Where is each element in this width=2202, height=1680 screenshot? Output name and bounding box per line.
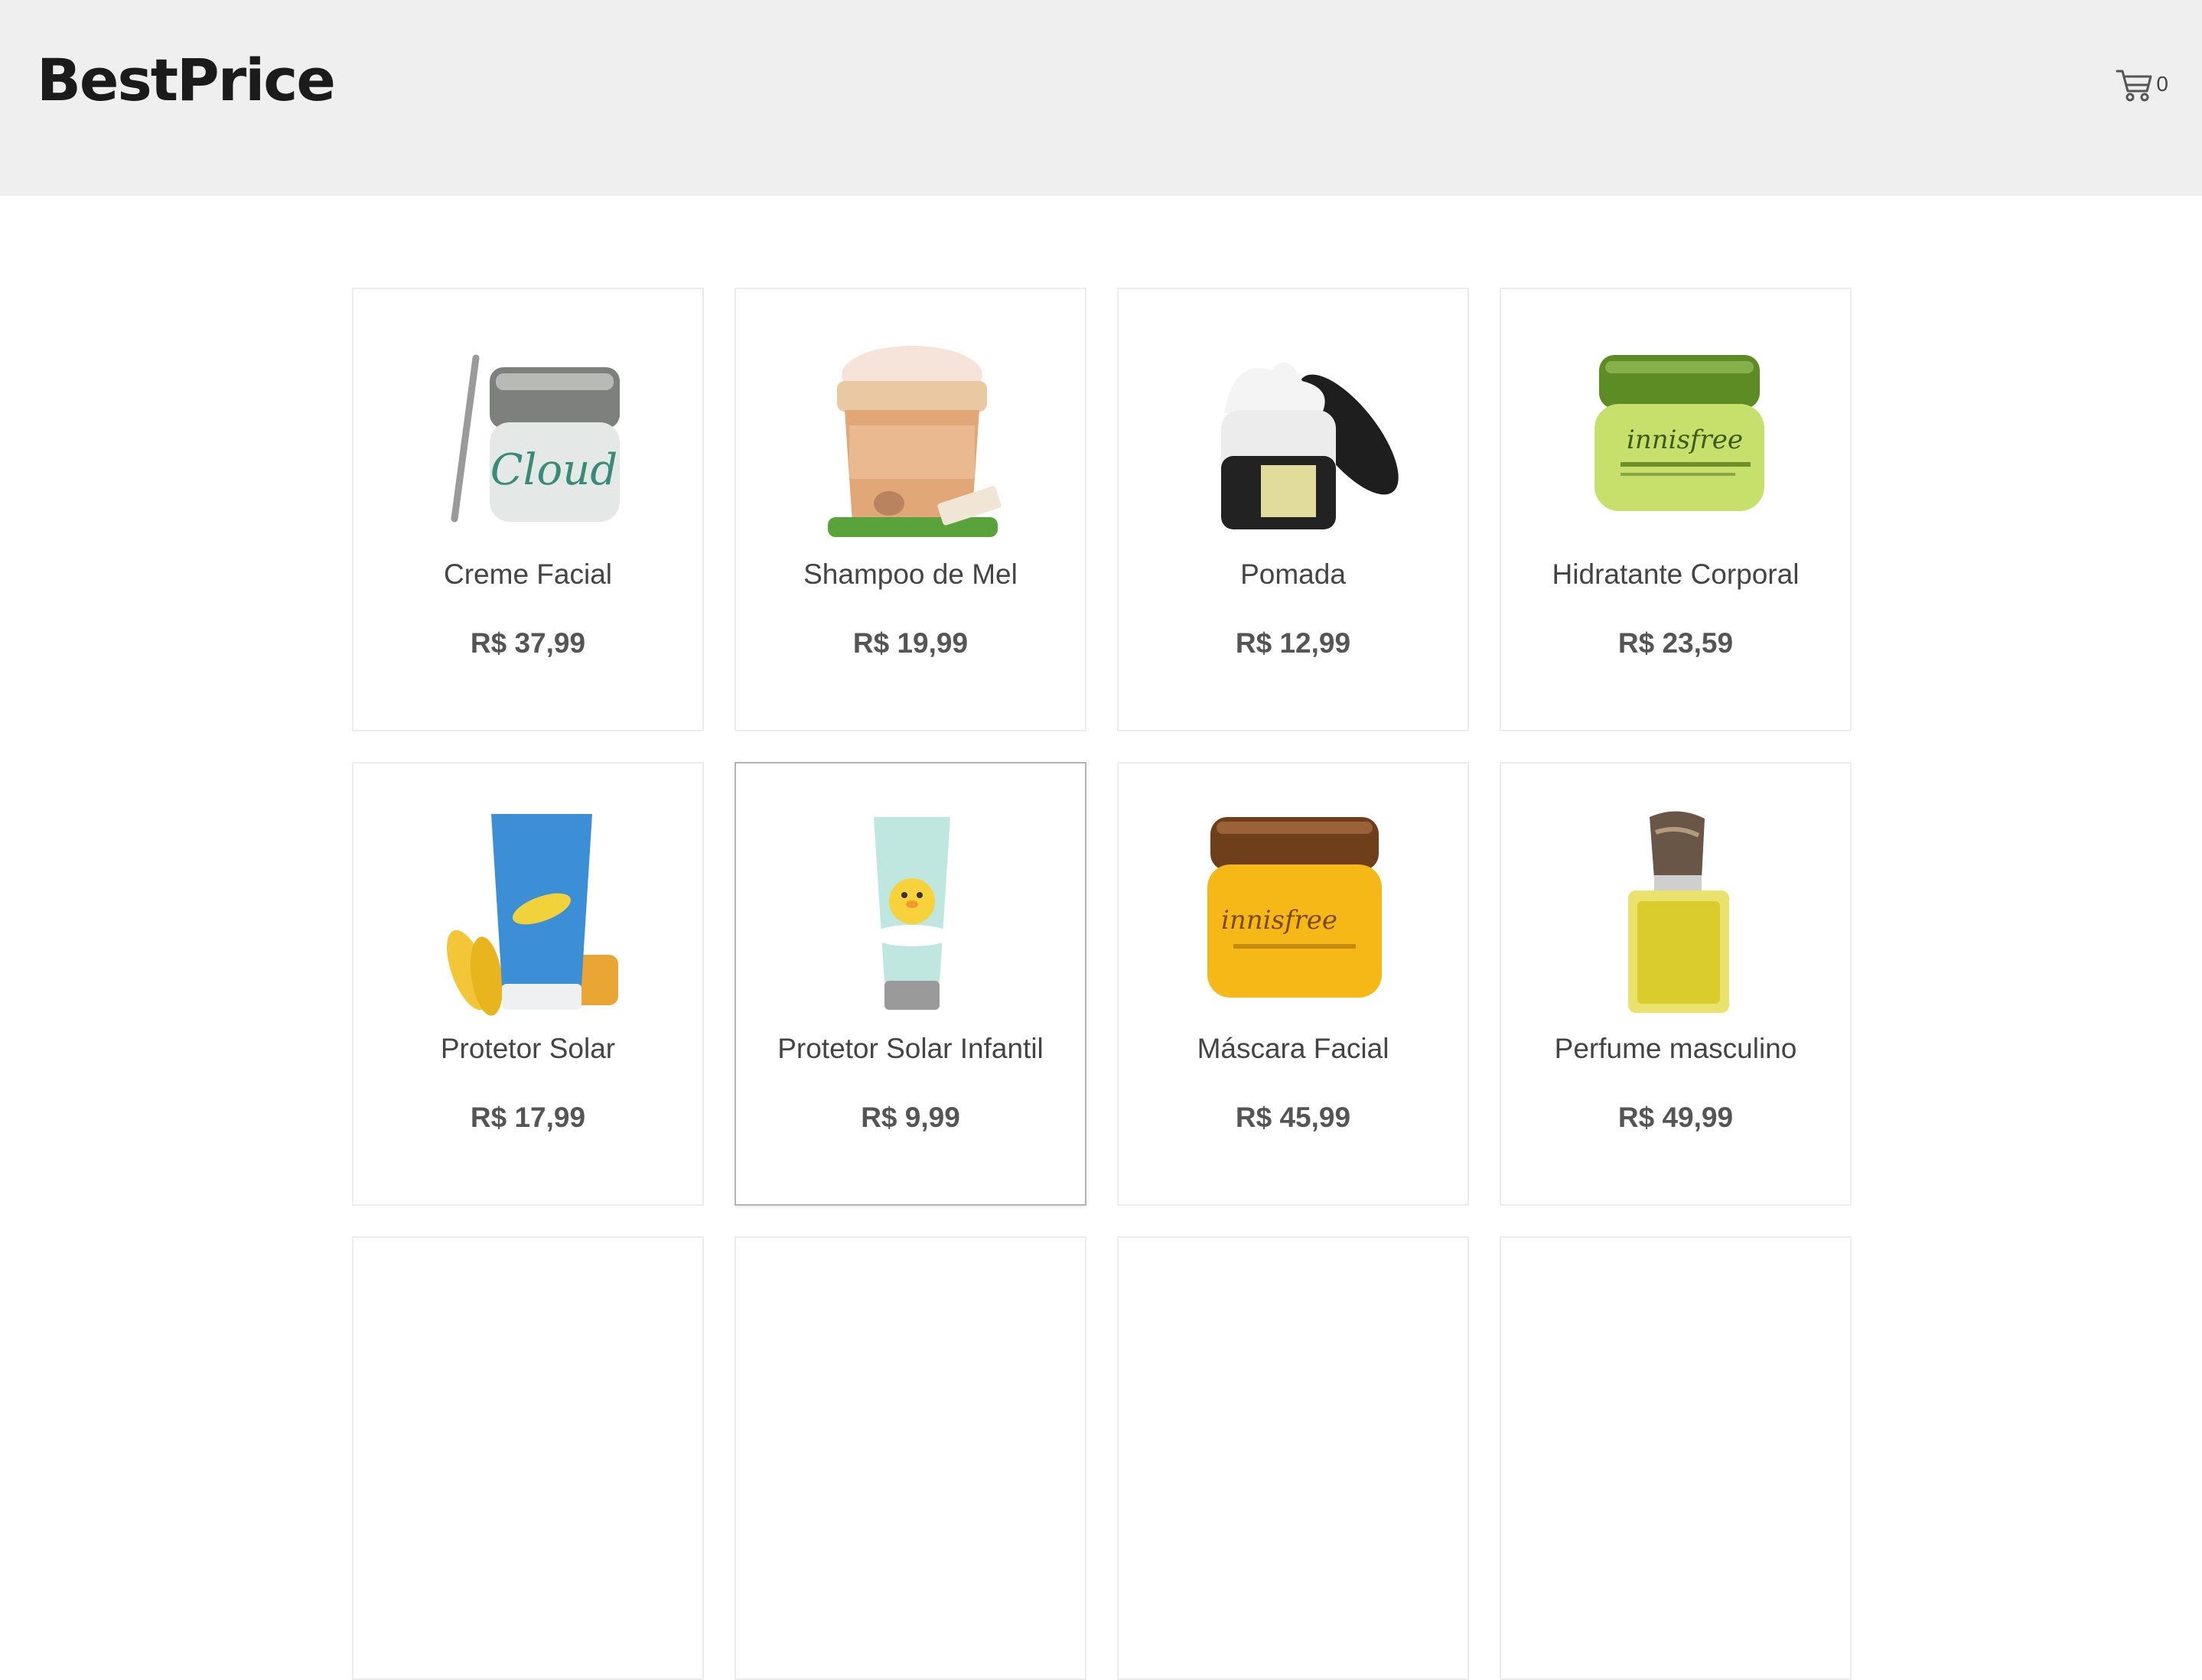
product-card[interactable] bbox=[735, 1236, 1086, 1680]
svg-text:innisfree: innisfree bbox=[1627, 425, 1743, 455]
site-logo[interactable]: BestPrice bbox=[37, 46, 336, 114]
product-price: R$ 23,59 bbox=[1617, 627, 1734, 659]
product-price: R$ 49,99 bbox=[1617, 1102, 1734, 1133]
product-name: Protetor Solar bbox=[440, 1033, 616, 1064]
product-name: Shampoo de Mel bbox=[803, 558, 1018, 590]
site-header: BestPrice 0 bbox=[0, 0, 2202, 196]
product-name: Hidratante Corporal bbox=[1552, 558, 1800, 590]
product-grid: Cloud Creme Facial R$ 37,99 Shampoo de M… bbox=[352, 288, 1852, 1680]
product-card[interactable]: Pomada R$ 12,99 bbox=[1117, 288, 1469, 731]
cart-button[interactable]: 0 bbox=[2115, 63, 2168, 106]
product-card[interactable]: innisfree Hidratante Corporal R$ 23,59 bbox=[1500, 288, 1852, 731]
product-card[interactable]: innisfree Máscara Facial R$ 45,99 bbox=[1117, 762, 1469, 1206]
product-card[interactable]: Protetor Solar R$ 17,99 bbox=[352, 762, 704, 1206]
product-price: R$ 37,99 bbox=[470, 627, 586, 659]
product-card[interactable]: Cloud Creme Facial R$ 37,99 bbox=[352, 288, 704, 731]
ointment-jar-image bbox=[1221, 362, 1399, 529]
product-card[interactable]: Shampoo de Mel R$ 19,99 bbox=[735, 288, 1086, 731]
shopping-cart-icon bbox=[2116, 70, 2152, 102]
gel-jar-image bbox=[828, 346, 1002, 537]
product-card[interactable]: Perfume masculino R$ 49,99 bbox=[1500, 762, 1852, 1206]
svg-text:innisfree: innisfree bbox=[1221, 905, 1337, 936]
sunscreen-tube-image bbox=[447, 814, 618, 1016]
product-name: Pomada bbox=[1240, 558, 1346, 590]
green-cream-jar-image: innisfree bbox=[1594, 355, 1764, 511]
product-card[interactable] bbox=[1117, 1236, 1469, 1680]
product-price: R$ 45,99 bbox=[1235, 1102, 1351, 1133]
perfume-bottle-image bbox=[1628, 811, 1729, 1013]
product-name: Protetor Solar Infantil bbox=[777, 1033, 1044, 1064]
product-name: Máscara Facial bbox=[1197, 1033, 1389, 1064]
product-card[interactable] bbox=[1500, 1236, 1852, 1680]
product-price: R$ 9,99 bbox=[861, 1102, 960, 1133]
kids-sunscreen-tube-image bbox=[872, 817, 952, 1010]
cart-count: 0 bbox=[2156, 72, 2168, 96]
product-card[interactable]: Protetor Solar Infantil R$ 9,99 bbox=[735, 762, 1086, 1206]
cream-jar-image: Cloud bbox=[451, 354, 620, 523]
svg-text:Cloud: Cloud bbox=[490, 445, 617, 495]
product-price: R$ 17,99 bbox=[470, 1102, 586, 1133]
product-price: R$ 19,99 bbox=[852, 627, 969, 659]
product-price: R$ 12,99 bbox=[1235, 627, 1351, 659]
product-card[interactable] bbox=[352, 1236, 704, 1680]
product-name: Creme Facial bbox=[444, 558, 612, 590]
honey-mask-jar-image: innisfree bbox=[1207, 817, 1382, 998]
product-name: Perfume masculino bbox=[1554, 1033, 1797, 1064]
